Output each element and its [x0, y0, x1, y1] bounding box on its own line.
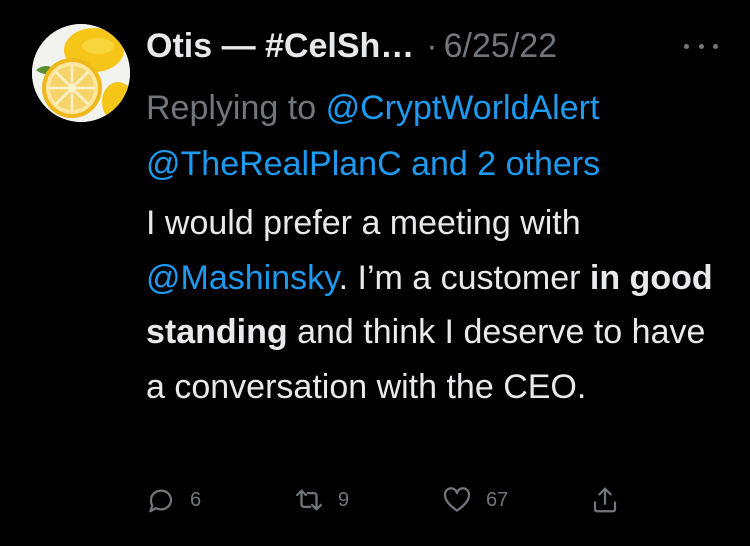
tweet-header: Otis — #CelSh… · 6/25/22: [146, 24, 557, 68]
more-options-icon[interactable]: [684, 38, 718, 54]
reply-handle-link[interactable]: @TheRealPlanC: [146, 145, 402, 183]
reply-icon: [149, 489, 173, 513]
more-dot: [713, 43, 718, 49]
retweet-icon: [296, 489, 322, 511]
action-bar: 6 9 67: [146, 478, 626, 522]
header-separator: ·: [426, 27, 438, 65]
replying-to: Replying to @CryptWorldAlert @TheRealPla…: [146, 80, 726, 192]
tweet-text-part: . I’m a customer: [338, 258, 590, 297]
more-dot: [698, 43, 704, 49]
share-icon: [593, 487, 617, 513]
avatar[interactable]: [32, 24, 130, 122]
share-button[interactable]: [590, 478, 620, 522]
reply-and-text: and: [411, 145, 468, 183]
reply-others-link[interactable]: 2 others: [477, 145, 600, 183]
author-name[interactable]: Otis — #CelSh…: [146, 24, 414, 68]
mention-link[interactable]: @Mashinsky: [146, 259, 339, 297]
tweet-text-part: I would prefer a meeting with: [146, 204, 581, 242]
like-count: 67: [486, 488, 509, 511]
retweet-button[interactable]: 9: [294, 478, 349, 522]
tweet-text: I would prefer a meeting with @Mashinsky…: [146, 196, 726, 414]
heart-icon: [443, 487, 471, 512]
like-button[interactable]: 67: [442, 478, 508, 522]
lemon-avatar-image: [32, 24, 130, 122]
retweet-count: 9: [338, 488, 350, 511]
replying-to-label: Replying to: [146, 89, 317, 127]
reply-button[interactable]: 6: [146, 478, 201, 522]
reply-handle-link[interactable]: @CryptWorldAlert: [326, 89, 600, 127]
reply-count: 6: [190, 488, 202, 511]
more-dot: [684, 43, 689, 49]
tweet-date[interactable]: 6/25/22: [444, 24, 557, 68]
